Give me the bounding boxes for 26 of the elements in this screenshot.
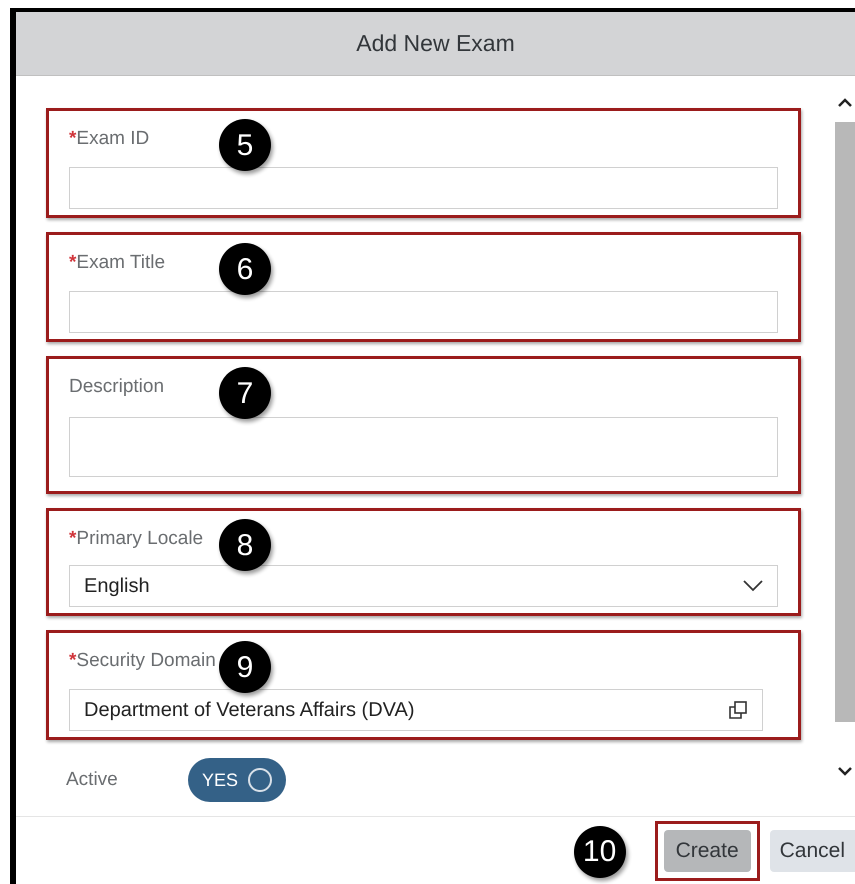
- active-toggle[interactable]: YES: [188, 758, 286, 802]
- domain-field[interactable]: Department of Veterans Affairs (DVA): [69, 689, 763, 731]
- callout-number: 10: [574, 826, 626, 878]
- copy-icon[interactable]: [728, 700, 748, 720]
- chevron-down-icon[interactable]: [838, 766, 852, 776]
- required-marker: *: [69, 527, 76, 551]
- callout-number: 9: [219, 641, 271, 693]
- create-button[interactable]: Create: [664, 830, 751, 872]
- field-label: Exam Title: [76, 251, 166, 275]
- field-label: Exam ID: [76, 127, 150, 151]
- chevron-up-icon[interactable]: [838, 98, 852, 108]
- dialog-header: Add New Exam: [16, 12, 855, 76]
- cancel-button[interactable]: Cancel: [770, 830, 855, 872]
- required-marker: *: [69, 251, 76, 275]
- field-label: Security Domain: [76, 649, 216, 673]
- required-marker: *: [69, 127, 76, 151]
- callout-number: 6: [219, 243, 271, 295]
- chevron-down-icon: [743, 580, 763, 592]
- locale-dropdown[interactable]: English: [69, 565, 778, 607]
- required-marker: *: [69, 649, 76, 673]
- callout-number: 8: [219, 519, 271, 571]
- field-label: Description: [69, 375, 164, 399]
- field-label: Primary Locale: [76, 527, 204, 551]
- active-label: Active: [66, 768, 119, 792]
- callout-number: 7: [219, 367, 271, 419]
- callout-number: 5: [219, 119, 271, 171]
